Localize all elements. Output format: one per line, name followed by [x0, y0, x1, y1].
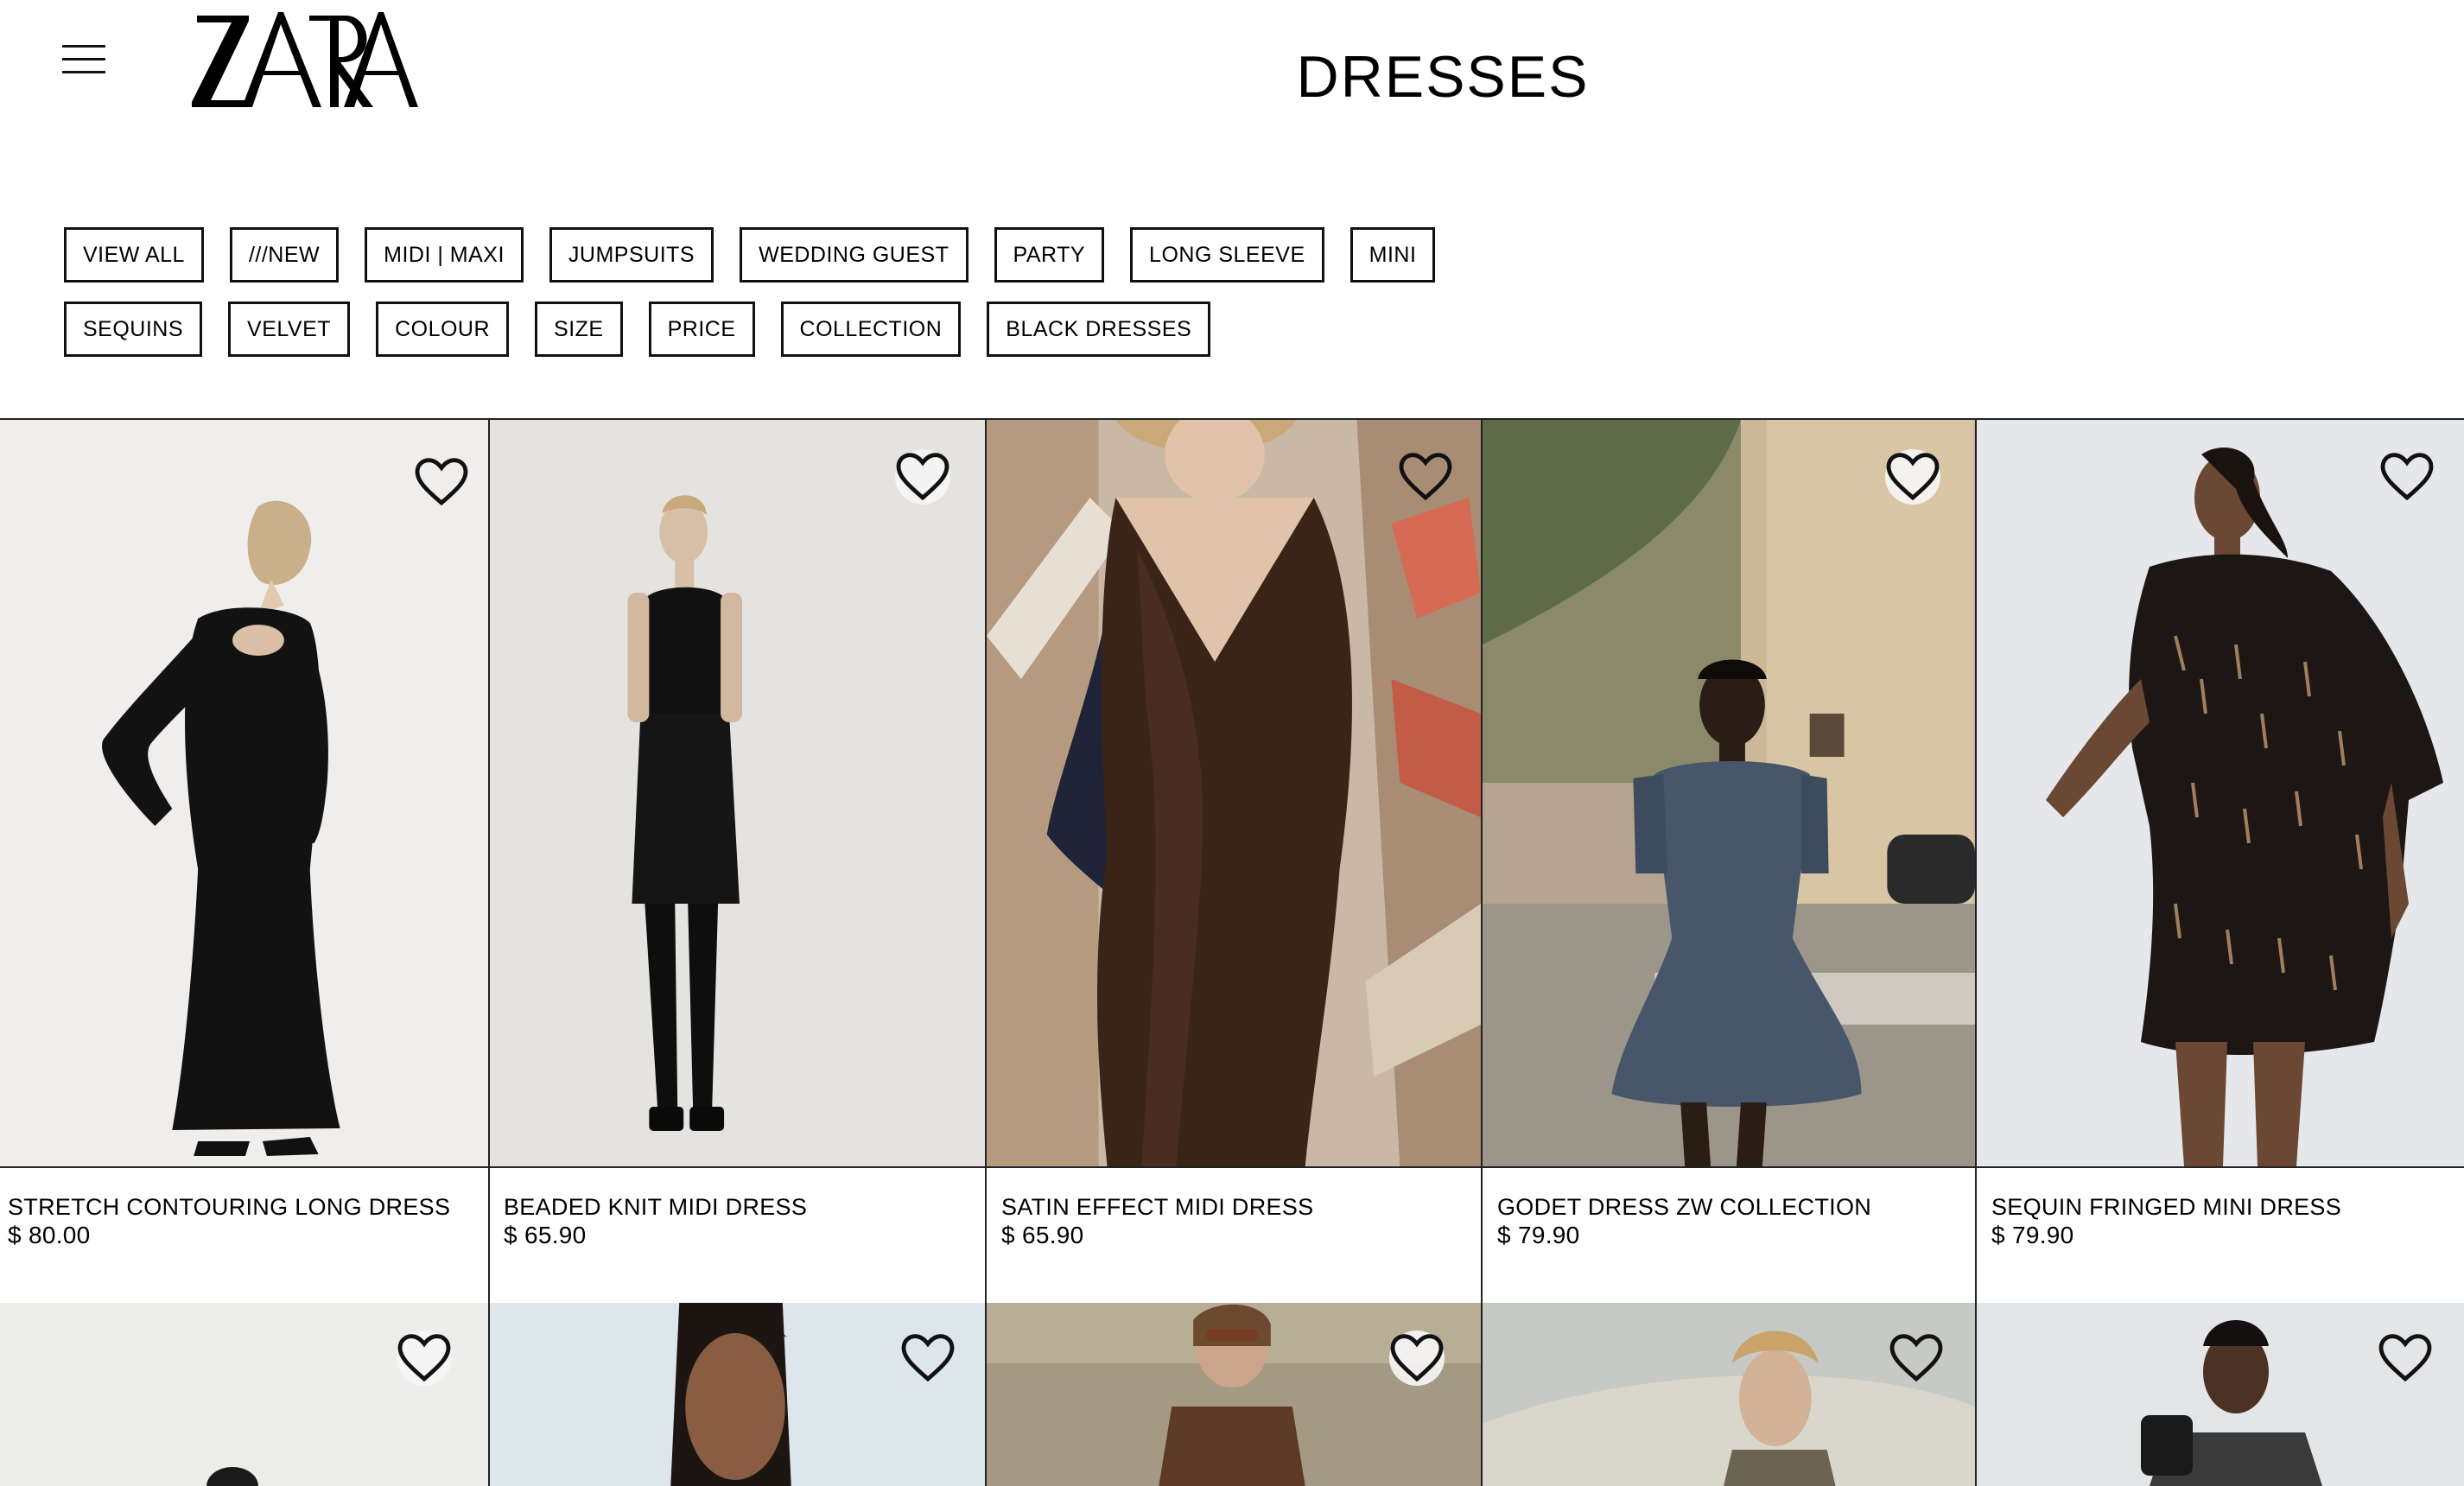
product-card[interactable]: BEADED KNIT MIDI DRESS $ 65.90 — [490, 420, 987, 1305]
favorite-button[interactable] — [1885, 449, 1940, 505]
category-filters: VIEW ALL ///NEW MIDI | MAXI JUMPSUITS WE… — [64, 227, 1446, 376]
filter-black-dresses[interactable]: BLACK DRESSES — [987, 302, 1211, 357]
favorite-button[interactable] — [414, 454, 469, 510]
favorite-button[interactable] — [1889, 1330, 1944, 1386]
product-card[interactable]: SATIN EFFECT MIDI DRESS $ 65.90 — [987, 420, 1483, 1305]
product-image[interactable] — [1977, 420, 2464, 1166]
filter-size[interactable]: SIZE — [535, 302, 623, 357]
filter-midi-maxi[interactable]: MIDI | MAXI — [365, 227, 524, 283]
page-title: DRESSES — [1296, 44, 1590, 110]
product-image[interactable] — [987, 1303, 1481, 1486]
product-name[interactable]: BEADED KNIT MIDI DRESS — [504, 1194, 807, 1221]
product-name[interactable]: GODET DRESS ZW COLLECTION — [1497, 1194, 1871, 1221]
favorite-button[interactable] — [900, 1330, 956, 1386]
product-price: $ 80.00 — [8, 1222, 91, 1248]
product-card[interactable] — [0, 1303, 490, 1486]
product-info: GODET DRESS ZW COLLECTION $ 79.90 — [1483, 1166, 1975, 1305]
filter-collection[interactable]: COLLECTION — [780, 302, 962, 357]
product-name[interactable]: SEQUIN FRINGED MINI DRESS — [1991, 1194, 2341, 1221]
product-image[interactable] — [0, 420, 488, 1166]
heart-icon — [1399, 453, 1452, 501]
product-card[interactable]: SEQUIN FRINGED MINI DRESS $ 79.90 — [1977, 420, 2464, 1305]
heart-icon — [1889, 1334, 1943, 1382]
product-image[interactable] — [987, 420, 1481, 1166]
heart-icon — [2378, 1334, 2432, 1382]
product-card[interactable] — [987, 1303, 1483, 1486]
product-card[interactable]: STRETCH CONTOURING LONG DRESS $ 80.00 — [0, 420, 490, 1305]
filter-wedding-guest[interactable]: WEDDING GUEST — [740, 227, 968, 283]
favorite-button[interactable] — [2379, 449, 2435, 505]
favorite-button[interactable] — [397, 1330, 452, 1386]
heart-icon — [901, 1334, 955, 1382]
product-card[interactable] — [490, 1303, 987, 1486]
favorite-button[interactable] — [2378, 1330, 2433, 1386]
product-info: SATIN EFFECT MIDI DRESS $ 65.90 — [987, 1166, 1481, 1305]
product-info: STRETCH CONTOURING LONG DRESS $ 80.00 — [0, 1166, 488, 1305]
product-image[interactable] — [490, 1303, 985, 1486]
heart-icon — [1886, 453, 1940, 501]
filter-velvet[interactable]: VELVET — [228, 302, 351, 357]
filter-mini[interactable]: MINI — [1349, 227, 1436, 283]
filter-party[interactable]: PARTY — [994, 227, 1105, 283]
product-image[interactable] — [1977, 1303, 2464, 1486]
product-price: $ 79.90 — [1991, 1222, 2074, 1248]
product-info: BEADED KNIT MIDI DRESS $ 65.90 — [490, 1166, 985, 1305]
product-price: $ 79.90 — [1497, 1222, 1580, 1248]
heart-icon — [1390, 1334, 1444, 1382]
product-price: $ 65.90 — [504, 1222, 587, 1248]
filter-price[interactable]: PRICE — [648, 302, 755, 357]
zara-logo[interactable] — [192, 7, 418, 109]
favorite-button[interactable] — [1398, 449, 1453, 505]
filter-new[interactable]: ///NEW — [229, 227, 340, 283]
product-image[interactable] — [0, 1303, 488, 1486]
product-grid: STRETCH CONTOURING LONG DRESS $ 80.00 BE… — [0, 418, 2464, 1486]
favorite-button[interactable] — [895, 449, 950, 505]
heart-icon — [896, 453, 949, 501]
heart-icon — [2380, 453, 2434, 501]
product-info: SEQUIN FRINGED MINI DRESS $ 79.90 — [1977, 1166, 2464, 1305]
product-name[interactable]: SATIN EFFECT MIDI DRESS — [1001, 1194, 1313, 1221]
favorite-button[interactable] — [1389, 1330, 1445, 1386]
product-card[interactable] — [1977, 1303, 2464, 1486]
product-image[interactable] — [1483, 1303, 1975, 1486]
product-card[interactable]: GODET DRESS ZW COLLECTION $ 79.90 — [1483, 420, 1977, 1305]
product-price: $ 65.90 — [1001, 1222, 1084, 1248]
heart-icon — [397, 1334, 451, 1382]
product-name[interactable]: STRETCH CONTOURING LONG DRESS — [8, 1194, 450, 1221]
product-image[interactable] — [490, 420, 985, 1166]
filter-view-all[interactable]: VIEW ALL — [64, 227, 204, 283]
filter-sequins[interactable]: SEQUINS — [64, 302, 203, 357]
product-image[interactable] — [1483, 420, 1975, 1166]
filter-colour[interactable]: COLOUR — [376, 302, 510, 357]
filter-jumpsuits[interactable]: JUMPSUITS — [549, 227, 714, 283]
product-card[interactable] — [1483, 1303, 1977, 1486]
heart-icon — [415, 458, 468, 506]
filter-long-sleeve[interactable]: LONG SLEEVE — [1130, 227, 1324, 283]
menu-icon[interactable] — [62, 41, 107, 76]
